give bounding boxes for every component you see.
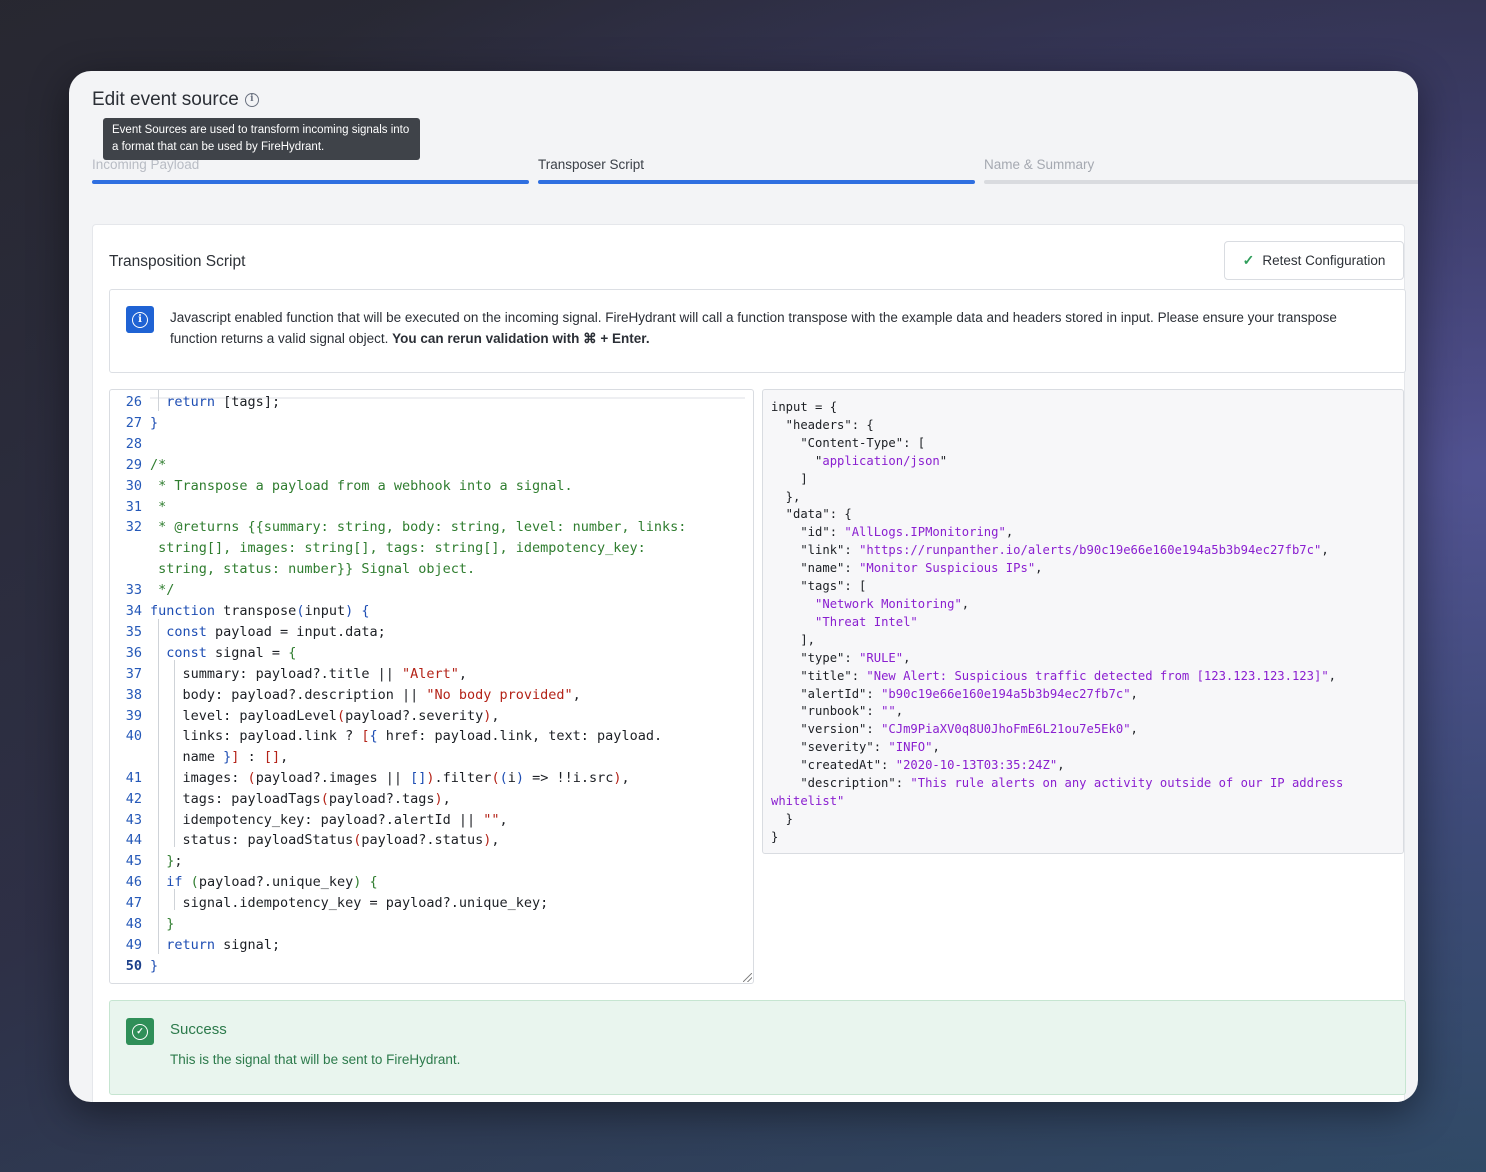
info-tooltip: Event Sources are used to transform inco… (103, 118, 420, 160)
page-title-text: Edit event source (92, 89, 239, 110)
edit-event-source-window: Edit event source i Event Sources are us… (69, 71, 1418, 1102)
notice-body: Javascript enabled function that will be… (170, 310, 1337, 346)
json-value: "b90c19e66e160e194a5b3b94ec27fb7c" (881, 686, 1131, 701)
info-notice: i Javascript enabled function that will … (109, 289, 1406, 373)
input-preview-panel: input = { "headers": { "Content-Type": [… (762, 389, 1404, 854)
code-editor[interactable]: 26 return [tags]; 27} 28 29/* 30 * Trans… (109, 389, 754, 984)
resize-handle[interactable] (743, 973, 752, 982)
info-icon[interactable]: i (244, 93, 259, 107)
notice-emphasis: You can rerun validation with ⌘ + Enter. (392, 331, 650, 346)
card-title: Transposition Script (109, 253, 246, 270)
json-value: "2020-10-13T03:35:24Z" (895, 758, 1058, 773)
step-transposer-script[interactable]: Transposer Script (538, 157, 975, 184)
json-value: "CJm9PiaXV0q8U0JhoFmE6L21ou7e5Ek0" (881, 722, 1131, 737)
retest-configuration-button[interactable]: ✓ Retest Configuration (1224, 241, 1404, 280)
transposition-card: Transposition Script ✓ Retest Configurat… (92, 224, 1406, 1102)
step-label: Incoming Payload (92, 157, 200, 172)
success-text: This is the signal that will be sent to … (170, 1052, 461, 1067)
check-circle-icon: ✓ (126, 1018, 154, 1045)
success-alert: ✓ Success This is the signal that will b… (109, 1000, 1406, 1095)
stepper: Incoming Payload Transposer Script Name … (92, 157, 1418, 187)
json-value: "Threat Intel" (815, 614, 918, 629)
json-value: "Network Monitoring" (815, 596, 962, 611)
check-icon: ✓ (1242, 252, 1255, 268)
step-progress-bar (984, 180, 1418, 184)
retest-label: Retest Configuration (1262, 253, 1386, 268)
page-title: Edit event source i (92, 89, 259, 111)
success-title: Success (170, 1021, 227, 1038)
step-progress-bar (92, 180, 529, 184)
info-icon: i (126, 306, 154, 333)
json-value: "INFO" (888, 740, 933, 755)
json-value: "New Alert: Suspicious traffic detected … (866, 668, 1329, 683)
step-label: Name & Summary (984, 157, 1095, 172)
json-value: "" (881, 704, 896, 719)
json-description: "This rule alerts on any activity outsid… (771, 776, 1344, 808)
json-value: "AllLogs.IPMonitoring" (844, 525, 1006, 540)
step-label: Transposer Script (538, 157, 645, 172)
step-incoming-payload[interactable]: Incoming Payload (92, 157, 529, 184)
step-name-summary[interactable]: Name & Summary (984, 157, 1418, 184)
notice-text: Javascript enabled function that will be… (170, 307, 1370, 349)
json-value: "https://runpanther.io/alerts/b90c19e66e… (859, 543, 1322, 558)
json-value: "Monitor Suspicious IPs" (859, 561, 1036, 576)
json-value: application/json (822, 453, 940, 468)
step-progress-bar (538, 180, 975, 184)
json-value: "RULE" (859, 650, 904, 665)
